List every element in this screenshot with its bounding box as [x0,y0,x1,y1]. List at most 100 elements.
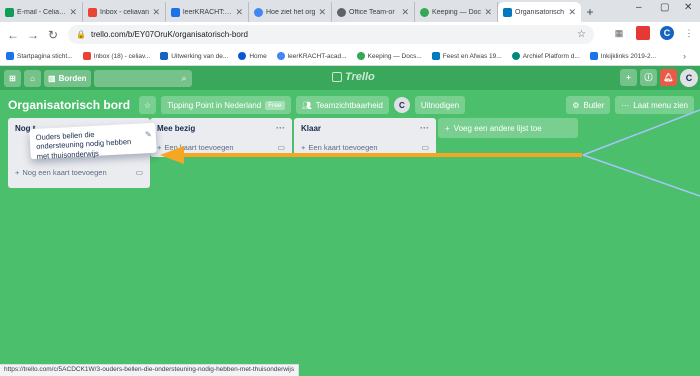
add-card-button[interactable]: + Een kaart toevoegen ▭ [150,138,292,157]
apps-grid-icon[interactable]: ⊞ [4,69,21,87]
browser-tab[interactable]: leerKRACHT: van ✕ [166,2,249,22]
profile-avatar[interactable]: C [660,26,674,40]
info-icon[interactable]: ⓘ [640,69,657,86]
add-card-button[interactable]: + Nog een kaart toevoegen ▭ [8,163,150,182]
bookmark-label: Uitwerking van de... [171,52,229,60]
close-icon[interactable]: ✕ [69,7,77,18]
bookmark-item[interactable]: Home [238,52,267,60]
add-card-button[interactable]: + Een kaart toevoegen ▭ [294,138,436,157]
browser-tab[interactable]: Office Team-or ✕ [332,2,415,22]
board-title[interactable]: Organisatorisch bord [8,98,130,112]
browser-tab[interactable]: E-mail - Celia van✕ [0,2,83,22]
browser-tab-active[interactable]: Organisatorisch ✕ [498,2,581,22]
browser-tab[interactable]: Hoe ziet het org ✕ [249,2,332,22]
butler-button[interactable]: ⚙ Butler [566,96,611,114]
bookmark-label: Keeping — Docs... [367,52,422,60]
list-menu-icon[interactable]: ··· [420,123,429,133]
butler-label: Butler [583,100,605,110]
add-card-label: Een kaart toevoegen [308,143,378,152]
browser-tab[interactable]: Inbox - celiavan ✕ [83,2,166,22]
close-icon[interactable]: ✕ [484,7,492,18]
bookmark-icon [276,52,285,60]
bookmark-item[interactable]: Archief Platform d... [511,52,580,60]
list-mee-bezig[interactable]: Mee bezig ··· + Een kaart toevoegen ▭ [150,118,292,157]
tab-favicon [420,7,429,17]
invite-button[interactable]: Uitnodigen [414,96,466,114]
create-plus-icon[interactable]: + [620,69,637,86]
chevron-right-icon[interactable]: › [683,51,686,61]
list-title[interactable]: Mee bezig [157,124,195,133]
bookmark-label: Inbox (18) - celiav... [93,52,151,60]
reload-icon[interactable]: ↻ [43,28,63,42]
member-avatar[interactable]: C [393,97,410,113]
card-template-icon[interactable]: ▭ [135,168,143,177]
window-close-icon[interactable]: ✕ [684,2,692,13]
list-header[interactable]: Klaar ··· [294,118,436,138]
extension-icon[interactable] [636,26,650,40]
bookmark-icon [238,52,247,60]
minimize-icon[interactable]: – [636,2,642,13]
browser-tab[interactable]: Keeping — Doc ✕ [415,2,498,22]
annotation-line [582,154,700,197]
tab-favicon [337,7,346,17]
notification-bell-icon[interactable]: 🔔︎ [660,69,677,86]
url-bar[interactable]: 🔒 trello.com/b/EY07OruK/organisatorisch-… [68,25,594,44]
close-icon[interactable]: ✕ [318,7,326,18]
bookmark-item[interactable]: Keeping — Docs... [356,52,422,60]
tab-title: E-mail - Celia van [17,8,66,16]
list-title[interactable]: Klaar [301,124,321,133]
bookmark-star-icon[interactable]: ☆ [577,29,586,40]
bookmark-item[interactable]: Feest en Afwas 19... [431,52,502,60]
close-icon[interactable]: ✕ [235,7,243,18]
visibility-button[interactable]: 👥︎ Teamzichtbaarheid [295,96,389,114]
boards-button[interactable]: ▥ Borden [44,69,91,87]
bookmark-item[interactable]: Uitwerking van de... [160,52,228,60]
trello-logo-icon [332,72,342,82]
visibility-label: Teamzichtbaarheid [315,100,383,110]
show-menu-button[interactable]: ··· Laat menu zien [615,96,694,114]
plus-icon: + [157,143,162,152]
close-icon[interactable]: ✕ [152,7,160,18]
search-input[interactable]: ⌕ [93,69,192,87]
plus-icon: + [445,123,450,133]
board-right-actions: ⚙ Butler ··· Laat menu zien [566,96,694,114]
close-icon[interactable]: ✕ [568,7,576,18]
butler-icon: ⚙ [572,100,580,110]
trello-logo[interactable]: Trello [332,71,375,83]
menu-dots-icon[interactable]: ⋮ [682,26,696,40]
trello-header: ⊞ ⌂ ▥ Borden ⌕ Trello + ⓘ 🔔︎ C [0,66,700,90]
board-header: Organisatorisch bord ☆ Tipping Point in … [0,90,700,120]
extension-icon[interactable]: ▦ [612,26,626,40]
forward-icon[interactable]: → [23,28,43,42]
lock-icon[interactable]: 🔒 [76,30,86,39]
avatar[interactable]: C [680,69,698,87]
new-tab-button[interactable]: + [581,2,599,22]
pencil-icon[interactable]: ✎ [145,130,152,140]
logo-text: Trello [345,71,375,83]
bookmark-item[interactable]: Startpagina sticht... [6,52,73,60]
dots-icon: ··· [621,100,630,110]
browser-tab-strip: E-mail - Celia van✕ Inbox - celiavan✕ le… [0,0,700,22]
card-template-icon[interactable]: ▭ [277,143,285,152]
bookmark-item[interactable]: Inkijklinks 2019-2... [589,52,656,60]
list-klaar[interactable]: Klaar ··· + Een kaart toevoegen ▭ [294,118,436,157]
star-icon[interactable]: ☆ [139,96,157,114]
bookmark-label: leerKRACHT-acad... [287,52,347,60]
tab-title: leerKRACHT: van [183,8,233,16]
tab-title: Inbox - celiavan [100,8,150,16]
home-icon[interactable]: ⌂ [24,69,41,87]
plus-icon: + [301,143,306,152]
gmail-icon [88,7,97,17]
card-template-icon[interactable]: ▭ [421,143,429,152]
list-header[interactable]: Mee bezig ··· [150,118,292,138]
bookmark-item[interactable]: leerKRACHT-acad... [276,52,347,60]
back-icon[interactable]: ← [3,28,23,42]
add-list-button[interactable]: + Voeg een andere lijst toe [438,118,578,138]
free-badge: Free [265,100,285,110]
bookmark-item[interactable]: Inbox (18) - celiav... [82,52,151,60]
list-menu-icon[interactable]: ··· [276,123,285,133]
maximize-icon[interactable]: ▢ [660,2,669,13]
address-bar-row: ← → ↻ 🔒 trello.com/b/EY07OruK/organisato… [0,22,700,47]
team-button[interactable]: Tipping Point in Nederland Free [161,96,291,114]
close-icon[interactable]: ✕ [401,7,409,18]
